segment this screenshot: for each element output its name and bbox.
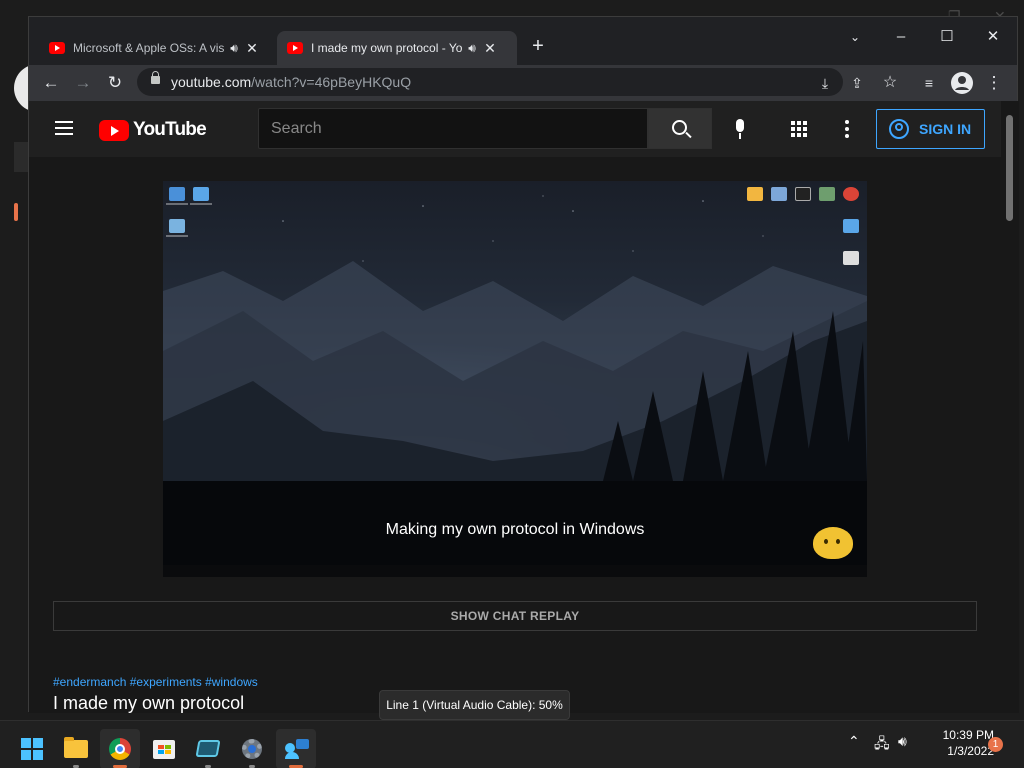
chrome-menu-icon[interactable]: ⋮ bbox=[982, 71, 1006, 95]
browser-toolbar: ← → ↻ youtube.com/watch?v=46pBeyHKQuQ ⤓ … bbox=[29, 65, 1017, 101]
desktop-this-pc-icon bbox=[169, 187, 185, 201]
show-hidden-icons-chevron-icon[interactable]: ⌃ bbox=[848, 733, 860, 750]
video-player[interactable]: Making my own protocol in Windows bbox=[163, 181, 867, 577]
youtube-page: YouTube SIGN IN bbox=[29, 101, 1001, 713]
account-circle-icon bbox=[889, 119, 909, 139]
search-button[interactable] bbox=[648, 108, 712, 149]
desktop-app-icon bbox=[771, 187, 787, 201]
taskbar-remote-desktop[interactable] bbox=[276, 729, 316, 768]
desktop-chrome-icon bbox=[843, 187, 859, 201]
settings-menu-icon[interactable] bbox=[845, 120, 849, 138]
tab-strip: Microsoft & Apple OSs: A vis 🔊︎ ✕ I made… bbox=[29, 17, 1017, 65]
browser-window: Microsoft & Apple OSs: A vis 🔊︎ ✕ I made… bbox=[28, 16, 1019, 713]
start-button[interactable] bbox=[12, 729, 52, 768]
taskbar-chrome[interactable] bbox=[100, 729, 140, 768]
address-bar[interactable]: youtube.com/watch?v=46pBeyHKQuQ bbox=[137, 68, 843, 96]
maximize-button[interactable]: ☐ bbox=[933, 25, 961, 49]
tab-title: Microsoft & Apple OSs: A vis bbox=[73, 41, 225, 55]
chrome-icon bbox=[109, 738, 131, 760]
network-icon[interactable]: 🖧︎ bbox=[874, 733, 890, 757]
speaker-icon[interactable]: 🔊︎ bbox=[463, 41, 481, 56]
url-text: youtube.com/watch?v=46pBeyHKQuQ bbox=[171, 74, 412, 90]
video-title: I made my own protocol bbox=[53, 693, 245, 713]
volume-tooltip: Line 1 (Virtual Audio Cable): 50% bbox=[379, 690, 570, 720]
reload-button[interactable]: ↻ bbox=[103, 71, 127, 95]
windows-taskbar: ⌃ 🖧︎ 🔊︎ bbox=[0, 720, 1024, 768]
search-input[interactable] bbox=[259, 109, 647, 148]
tab-search-icon[interactable]: ⌄ bbox=[841, 25, 869, 49]
volume-icon[interactable]: 🔊︎ bbox=[898, 733, 907, 750]
profile-icon[interactable] bbox=[950, 71, 974, 95]
clock-time: 10:39 PM bbox=[942, 728, 994, 742]
desktop-command-prompt-icon bbox=[795, 187, 811, 201]
taskbar-clock[interactable]: 10:39 PM 1/3/2022 bbox=[918, 727, 994, 759]
close-window-button[interactable]: ✕ bbox=[979, 25, 1007, 49]
remote-desktop-icon bbox=[285, 739, 309, 759]
mascot-icon bbox=[813, 527, 853, 559]
microsoft-store-icon bbox=[153, 740, 175, 759]
taskbar-file-explorer[interactable] bbox=[56, 729, 96, 768]
youtube-logo[interactable]: YouTube bbox=[99, 119, 207, 141]
taskbar-microsoft-store[interactable] bbox=[144, 729, 184, 768]
install-app-icon[interactable]: ⤓ bbox=[813, 71, 837, 95]
desktop-app-icon bbox=[819, 187, 835, 201]
page-scrollbar[interactable] bbox=[1001, 101, 1019, 713]
scrollbar-thumb[interactable] bbox=[1006, 115, 1013, 221]
media-control-icon[interactable]: ≡ bbox=[917, 71, 941, 95]
share-icon[interactable]: ⇪ bbox=[845, 71, 869, 95]
youtube-play-icon bbox=[99, 119, 129, 141]
desktop-control-panel-icon bbox=[169, 219, 185, 233]
close-tab-icon[interactable]: ✕ bbox=[481, 40, 499, 57]
desktop-app-icon bbox=[843, 219, 859, 233]
clock-date: 1/3/2022 bbox=[947, 744, 994, 758]
close-tab-icon[interactable]: ✕ bbox=[243, 40, 261, 57]
desktop-network-icon bbox=[193, 187, 209, 201]
forward-button[interactable]: → bbox=[71, 71, 95, 95]
youtube-header: YouTube SIGN IN bbox=[29, 101, 1001, 157]
youtube-favicon-icon bbox=[287, 42, 303, 54]
settings-icon bbox=[242, 739, 262, 759]
back-button[interactable]: ← bbox=[39, 71, 63, 95]
youtube-favicon-icon bbox=[49, 42, 65, 54]
start-icon bbox=[21, 738, 43, 760]
video-hashtags[interactable]: #endermanch #experiments #windows bbox=[53, 675, 258, 689]
file-explorer-icon bbox=[64, 737, 88, 758]
sign-in-button[interactable]: SIGN IN bbox=[876, 109, 985, 149]
microphone-icon[interactable] bbox=[733, 119, 745, 141]
speaker-icon[interactable]: 🔊︎ bbox=[225, 41, 243, 56]
lock-icon[interactable] bbox=[151, 71, 160, 84]
youtube-wordmark: YouTube bbox=[133, 119, 207, 140]
background-indicator bbox=[14, 203, 18, 221]
tab-title: I made my own protocol - Yo bbox=[311, 41, 463, 55]
search-icon bbox=[672, 120, 687, 135]
virtual-machine-icon bbox=[195, 740, 221, 757]
apps-grid-icon[interactable] bbox=[791, 121, 807, 137]
video-desktop-taskbar bbox=[163, 565, 867, 577]
tab-protocol-video[interactable]: I made my own protocol - Yo 🔊︎ ✕ bbox=[277, 31, 517, 65]
search-box bbox=[258, 108, 648, 149]
minimize-button[interactable]: – bbox=[887, 25, 915, 49]
bookmark-star-icon[interactable]: ☆ bbox=[878, 71, 902, 95]
desktop-app-icon bbox=[843, 251, 859, 265]
taskbar-settings[interactable] bbox=[232, 729, 272, 768]
mountain-landscape bbox=[163, 195, 867, 577]
desktop-app-icon bbox=[747, 187, 763, 201]
video-caption: Making my own protocol in Windows bbox=[385, 521, 645, 538]
notification-badge[interactable]: 1 bbox=[988, 737, 1003, 752]
show-chat-replay-button[interactable]: SHOW CHAT REPLAY bbox=[53, 601, 977, 631]
menu-icon[interactable] bbox=[55, 121, 73, 135]
new-tab-button[interactable]: + bbox=[527, 35, 549, 58]
sign-in-label: SIGN IN bbox=[919, 121, 972, 137]
taskbar-virtual-machine[interactable] bbox=[188, 729, 228, 768]
tab-microsoft-apple[interactable]: Microsoft & Apple OSs: A vis 🔊︎ ✕ bbox=[39, 31, 271, 65]
